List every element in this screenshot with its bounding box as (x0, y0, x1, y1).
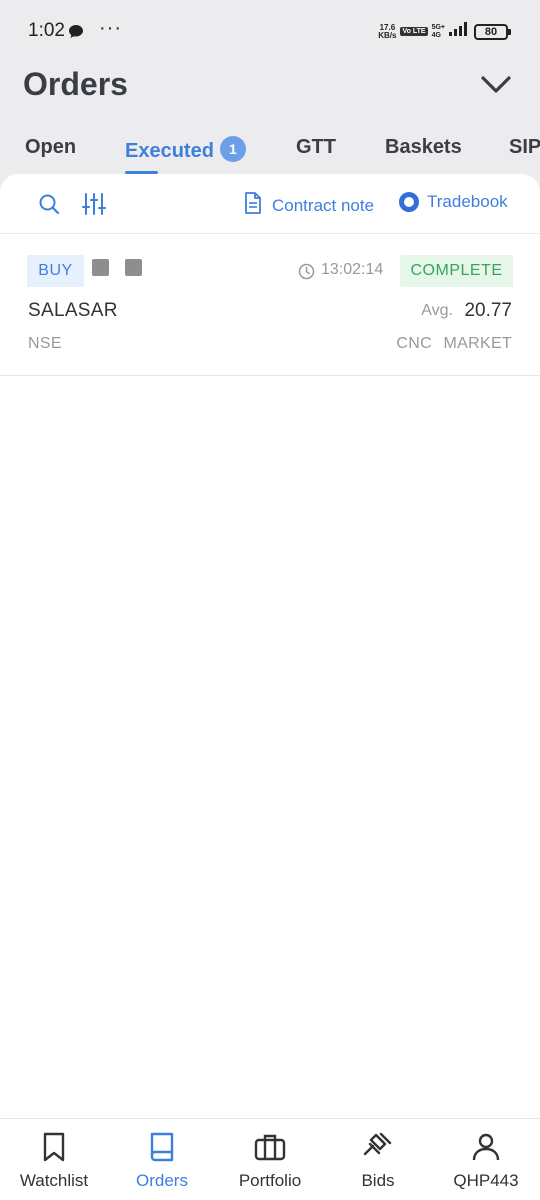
chat-bubble-icon (68, 24, 84, 44)
tab-count-badge: 1 (219, 136, 246, 162)
search-icon[interactable] (38, 193, 60, 220)
filter-sliders-icon[interactable] (82, 192, 106, 221)
tradebook-icon (399, 192, 419, 212)
status-more-icon: ··· (99, 17, 122, 39)
gavel-icon (362, 1131, 394, 1163)
user-icon (470, 1131, 502, 1163)
battery-icon: 80 (474, 23, 511, 40)
volte-icon: Vo LTE (400, 27, 428, 36)
clock-icon (298, 263, 315, 285)
order-status-badge: COMPLETE (400, 255, 513, 287)
nav-profile[interactable]: QHP443 (432, 1119, 540, 1200)
orders-toolbar: Contract note Tradebook (0, 174, 540, 234)
tradebook-button[interactable]: Tradebook (399, 192, 508, 212)
tab-baskets[interactable]: Baskets (385, 136, 462, 159)
nav-orders[interactable]: Orders (108, 1119, 216, 1200)
briefcase-icon (254, 1131, 286, 1163)
order-exchange: NSE (28, 335, 62, 352)
orders-panel: Contract note Tradebook BUY 13:02:14 COM… (0, 174, 540, 1118)
tab-open[interactable]: Open (25, 136, 76, 159)
avg-price-label: Avg. (421, 302, 453, 319)
status-bar: 1:02 ··· 17.6 KB/s Vo LTE 5G+ 4G 80 (0, 0, 540, 64)
tab-open-label: Open (25, 136, 77, 158)
tab-sip-label: SIP (509, 136, 540, 158)
nav-portfolio-label: Portfolio (238, 1171, 302, 1190)
nav-bids[interactable]: Bids (324, 1119, 432, 1200)
page-title: Orders (23, 66, 128, 102)
tab-baskets-label: Baskets (385, 136, 462, 158)
tab-gtt[interactable]: GTT (296, 136, 336, 159)
bookmark-icon (38, 1131, 70, 1163)
document-icon (244, 192, 262, 219)
bottom-navigation: Watchlist Orders Portfolio Bids QHP443 (0, 1118, 540, 1200)
tab-executed[interactable]: Executed 1 (125, 136, 246, 163)
nav-bids-label: Bids (361, 1171, 395, 1190)
nav-orders-label: Orders (136, 1171, 188, 1190)
nav-portfolio[interactable]: Portfolio (216, 1119, 324, 1200)
order-product: CNC (396, 335, 432, 352)
order-time: 13:02:14 (321, 261, 384, 278)
order-row[interactable]: BUY 13:02:14 COMPLETE SALASAR Avg. 20.77… (0, 234, 540, 376)
redacted-mark (125, 259, 142, 276)
book-icon (146, 1131, 178, 1163)
tradebook-label: Tradebook (427, 192, 508, 211)
nav-profile-label: QHP443 (453, 1171, 519, 1190)
chevron-down-icon[interactable] (480, 74, 512, 101)
redacted-mark (92, 259, 109, 276)
nav-watchlist[interactable]: Watchlist (0, 1119, 108, 1200)
tab-executed-label: Executed (125, 140, 214, 162)
contract-note-label: Contract note (272, 195, 375, 215)
nav-watchlist-label: Watchlist (19, 1171, 89, 1190)
order-type: MARKET (443, 335, 512, 352)
order-symbol: SALASAR (28, 300, 118, 321)
avg-price-value: 20.77 (464, 300, 512, 321)
order-side-badge: BUY (27, 255, 84, 287)
order-tabs: Open Executed 1 GTT Baskets SIP (0, 124, 540, 174)
network-type: 5G+ 4G (431, 23, 445, 39)
status-indicators: 17.6 KB/s Vo LTE 5G+ 4G 80 (378, 22, 511, 41)
status-time: 1:02 (28, 20, 65, 41)
contract-note-button[interactable]: Contract note (244, 192, 374, 219)
tab-sip[interactable]: SIP (509, 136, 540, 159)
signal-icon (449, 22, 467, 41)
network-speed: 17.6 KB/s (378, 22, 397, 40)
tab-gtt-label: GTT (296, 136, 336, 158)
